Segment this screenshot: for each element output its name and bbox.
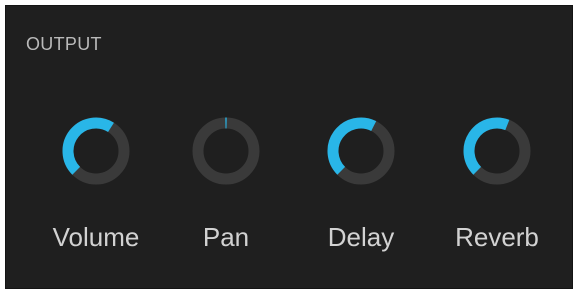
delay-knob-ring <box>327 117 395 185</box>
reverb-label: Reverb <box>455 222 539 252</box>
knob-group-volume: Volume <box>36 115 156 265</box>
pan-knob-track <box>192 117 260 185</box>
delay-knob-value-arc <box>327 117 377 175</box>
volume-knob-ring <box>62 117 130 185</box>
knob-group-delay: Delay <box>301 115 421 265</box>
volume-knob[interactable] <box>60 115 132 187</box>
pan-knob[interactable] <box>190 115 262 187</box>
knob-group-reverb: Reverb <box>437 115 557 265</box>
reverb-knob-value-arc <box>463 117 510 175</box>
pan-label: Pan <box>202 222 250 252</box>
volume-label: Volume <box>52 222 140 252</box>
reverb-knob[interactable] <box>461 115 533 187</box>
reverb-knob-ring <box>463 117 531 185</box>
delay-label: Delay <box>327 222 395 252</box>
delay-knob[interactable] <box>325 115 397 187</box>
knob-group-pan: Pan <box>166 115 286 265</box>
section-title: OUTPUT <box>26 34 102 54</box>
output-panel: OUTPUT Volume Pan Delay Reverb <box>5 5 573 289</box>
pan-knob-ring <box>192 117 260 185</box>
